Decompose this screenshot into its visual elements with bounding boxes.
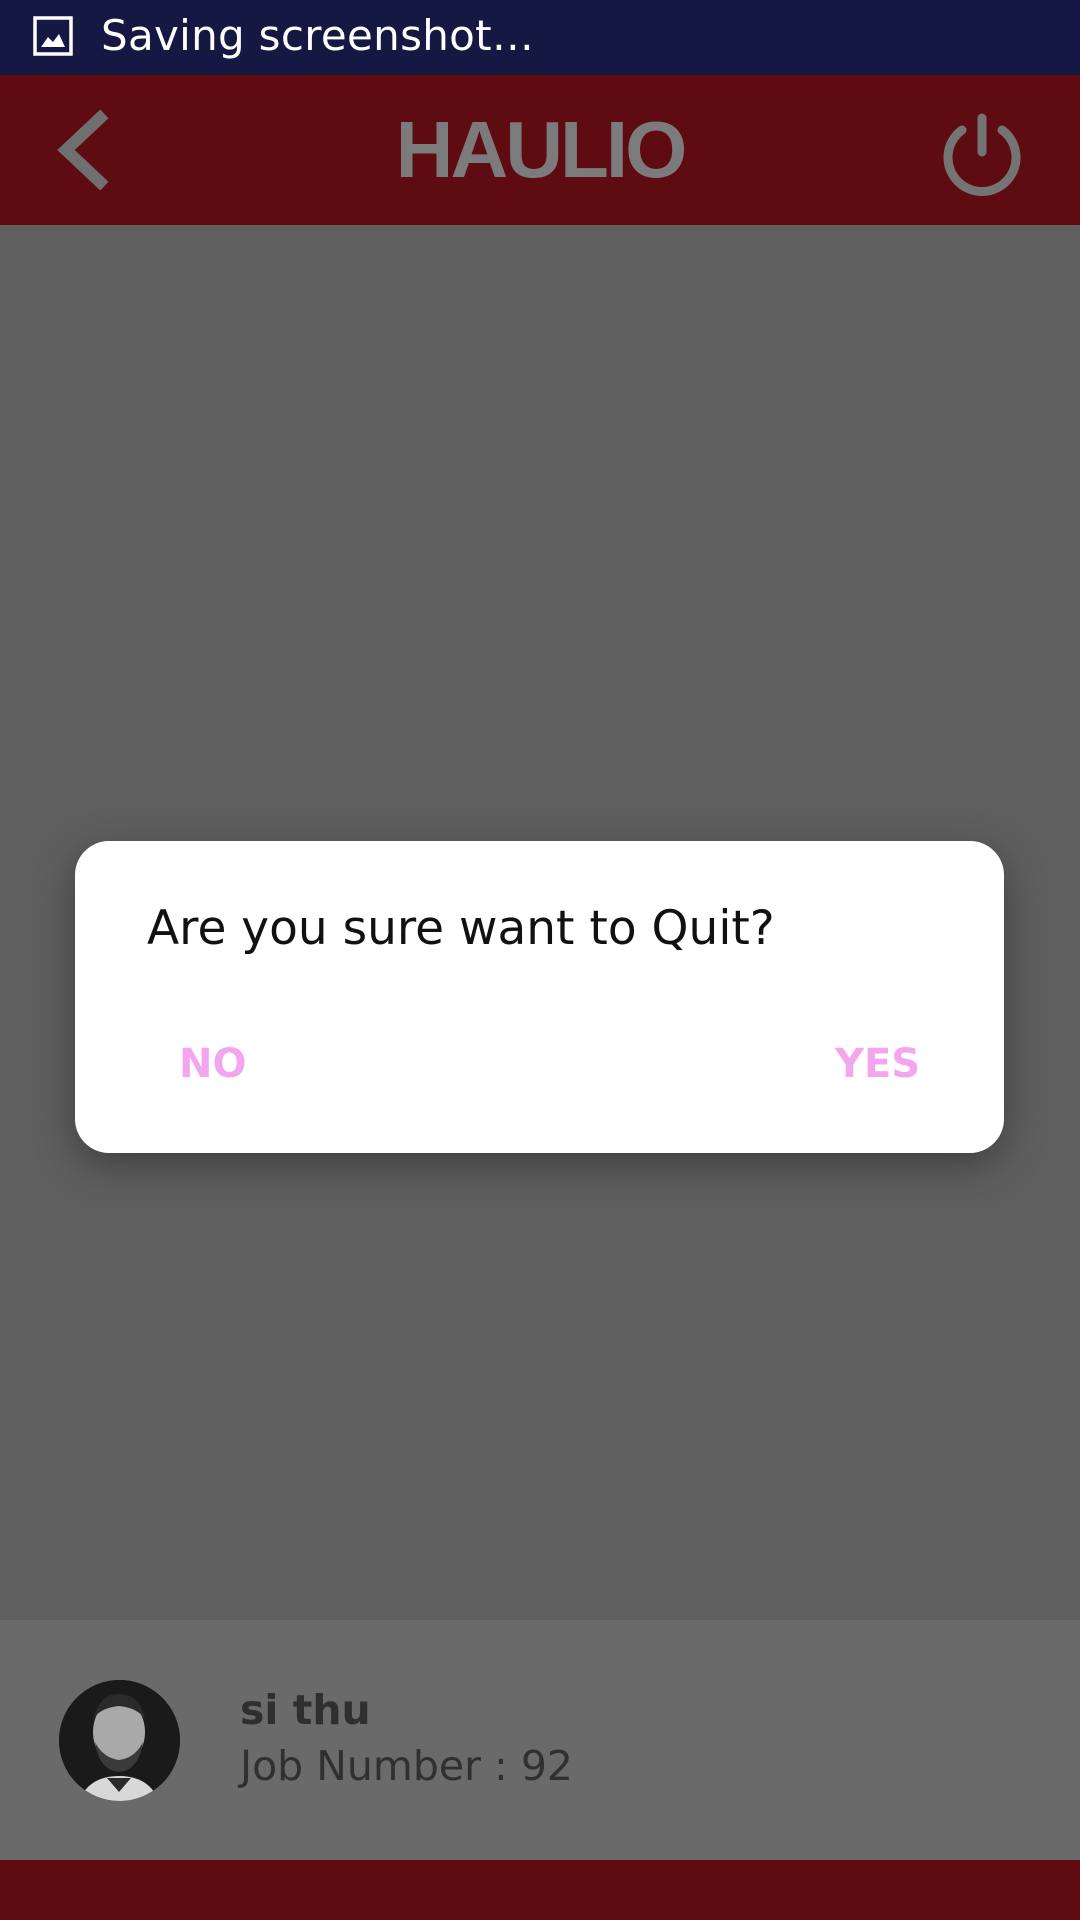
- quit-dialog: Are you sure want to Quit? NO YES: [75, 841, 1004, 1153]
- profile-card: si thu Job Number : 92: [0, 1620, 1080, 1860]
- bottom-bar: [0, 1860, 1080, 1920]
- power-icon: [943, 113, 1021, 196]
- status-bar: Saving screenshot…: [0, 0, 1080, 75]
- profile-name: si thu: [240, 1686, 371, 1734]
- avatar: [59, 1680, 180, 1801]
- brand-logo: HAULIO: [380, 105, 700, 195]
- power-button[interactable]: [940, 112, 1024, 196]
- screen: Saving screenshot… HAULIO si thu Job Num…: [0, 0, 1080, 1920]
- job-number: Job Number : 92: [240, 1742, 573, 1790]
- dialog-message: Are you sure want to Quit?: [147, 901, 775, 956]
- brand-text: HAULIO: [395, 105, 688, 194]
- image-icon: [33, 16, 73, 56]
- yes-button[interactable]: YES: [835, 1041, 920, 1087]
- app-header: HAULIO: [0, 75, 1080, 225]
- status-text: Saving screenshot…: [101, 11, 535, 60]
- back-button[interactable]: [50, 109, 130, 191]
- chevron-left-icon: [57, 109, 109, 191]
- avatar-photo: [59, 1680, 180, 1801]
- no-button[interactable]: NO: [179, 1041, 246, 1087]
